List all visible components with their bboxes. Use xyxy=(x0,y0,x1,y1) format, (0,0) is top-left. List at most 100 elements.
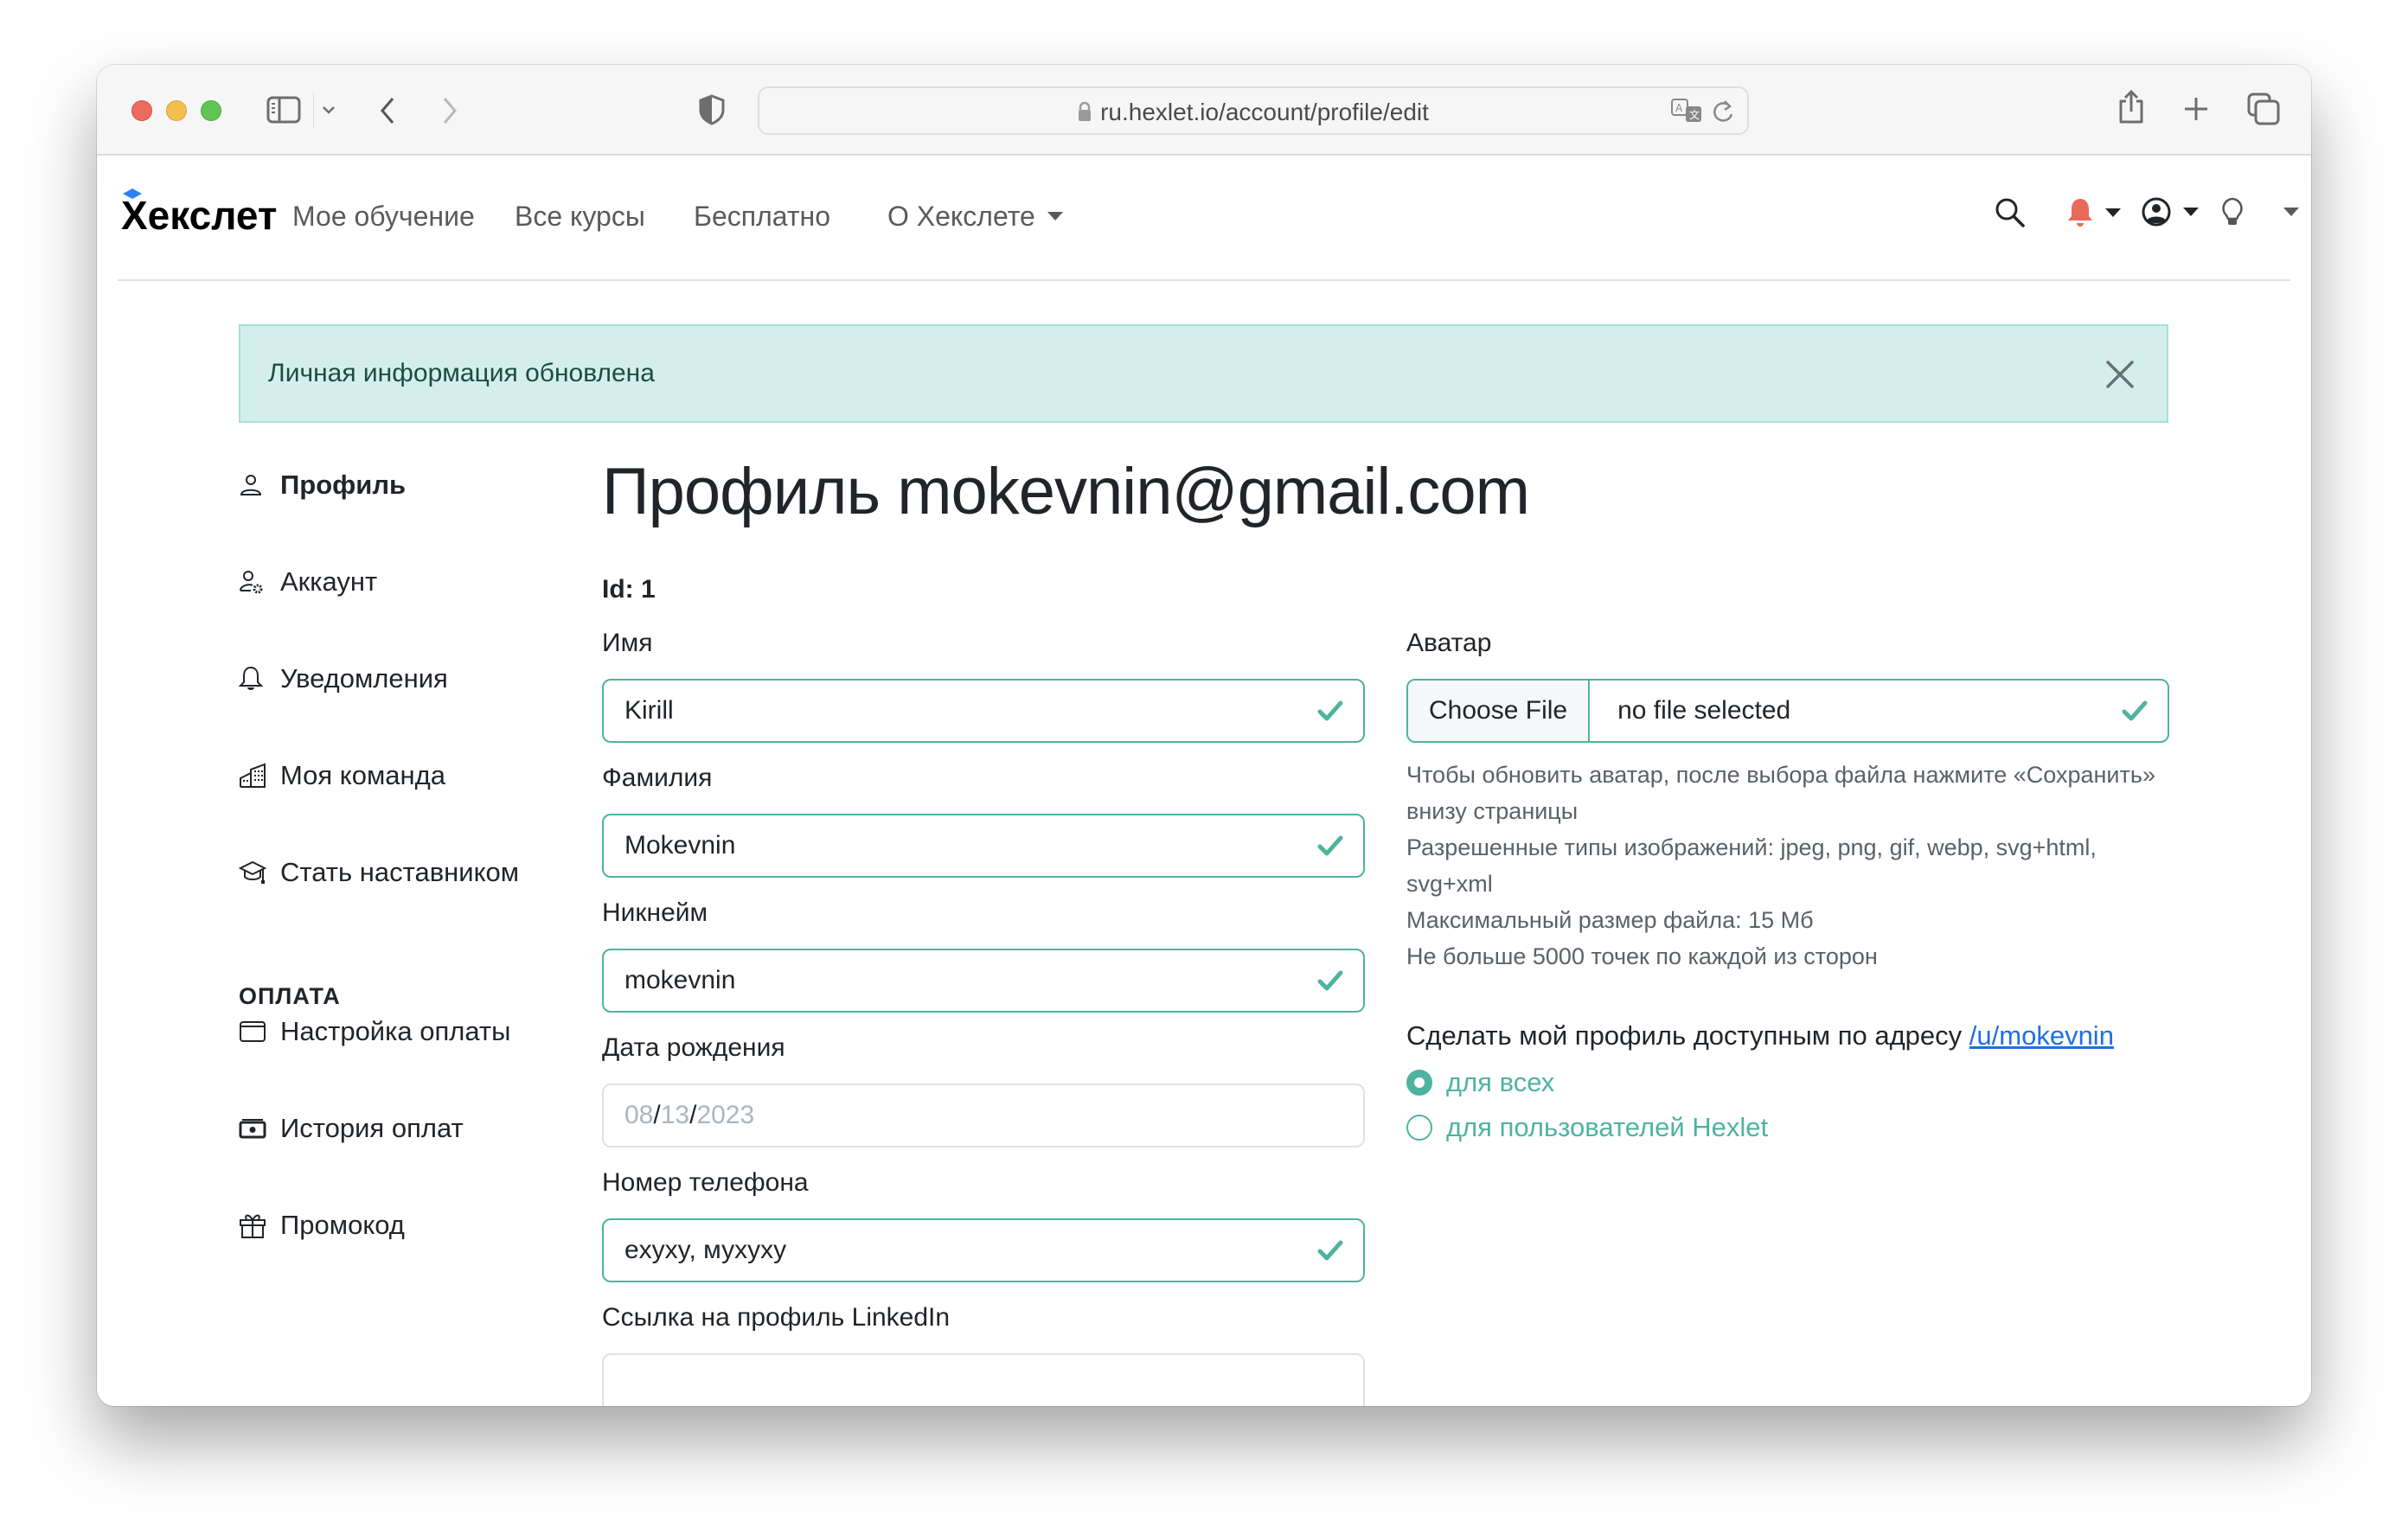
visibility-option-all[interactable]: для всех xyxy=(1406,1067,1554,1098)
lock-icon xyxy=(1078,100,1092,128)
choose-file-button[interactable]: Choose File xyxy=(1408,681,1591,741)
avatar-help: Чтобы обновить аватар, после выбора файл… xyxy=(1406,757,2185,975)
close-icon[interactable] xyxy=(2103,357,2137,392)
sidebar-item-payment-settings[interactable]: Настройка оплаты xyxy=(239,1016,510,1047)
close-window-button[interactable] xyxy=(131,100,152,121)
translate-icon[interactable]: A文 xyxy=(1671,99,1704,129)
last-name-label: Фамилия xyxy=(602,764,713,792)
birthdate-label: Дата рождения xyxy=(602,1033,785,1062)
phone-input[interactable]: exyxy, мухуху xyxy=(602,1218,1365,1282)
gift-icon xyxy=(239,1210,270,1241)
visibility-text: Сделать мой профиль доступным по адресу xyxy=(1406,1020,1963,1051)
alert-message: Личная информация обновлена xyxy=(268,359,655,387)
help-line: Разрешенные типы изображений: jpeg, png,… xyxy=(1406,834,2097,897)
address-bar[interactable]: ru.hexlet.io/account/profile/edit A文 xyxy=(758,86,1749,135)
theme-dropdown[interactable] xyxy=(2283,208,2299,216)
check-icon xyxy=(1317,835,1343,856)
radio-button-checked[interactable] xyxy=(1406,1070,1432,1096)
phone-value: exyxy, мухуху xyxy=(624,1236,787,1264)
avatar-file-input[interactable]: Choose File no file selected xyxy=(1406,679,2169,743)
nav-about[interactable]: О Хекслете xyxy=(887,201,1063,233)
check-icon xyxy=(1317,700,1343,721)
logo[interactable]: Хекслет xyxy=(121,192,277,239)
search-icon[interactable] xyxy=(1995,197,2026,228)
reload-icon[interactable] xyxy=(1713,99,1735,129)
person-gear-icon xyxy=(239,566,270,598)
bell-icon xyxy=(239,663,270,694)
last-name-value: Mokevnin xyxy=(624,831,736,860)
visibility-label: Сделать мой профиль доступным по адресу … xyxy=(1406,1020,2114,1051)
nav-about-label: О Хекслете xyxy=(887,201,1035,232)
nickname-value: mokevnin xyxy=(624,966,736,994)
check-icon xyxy=(1317,1240,1343,1261)
zoom-window-button[interactable] xyxy=(201,100,221,121)
sidebar-item-team[interactable]: Моя команда xyxy=(239,760,445,791)
card-icon xyxy=(239,1016,270,1047)
sidebar-item-notifications[interactable]: Уведомления xyxy=(239,663,448,694)
sidebar-item-label: Уведомления xyxy=(280,663,448,693)
last-name-input[interactable]: Mokevnin xyxy=(602,814,1365,878)
chevron-down-icon[interactable] xyxy=(322,105,336,115)
first-name-label: Имя xyxy=(602,629,653,657)
avatar-label: Аватар xyxy=(1406,629,1492,657)
browser-window: ru.hexlet.io/account/profile/edit A文 Хек… xyxy=(97,65,2311,1406)
sidebar-item-mentor[interactable]: Стать наставником xyxy=(239,857,519,888)
success-alert: Личная информация обновлена xyxy=(239,324,2168,423)
check-icon xyxy=(1317,970,1343,991)
sidebar-item-account[interactable]: Аккаунт xyxy=(239,566,377,598)
date-separator: / xyxy=(653,1101,661,1129)
radio-button[interactable] xyxy=(1406,1115,1432,1141)
file-name: no file selected xyxy=(1617,696,1791,725)
visibility-option-hexlet-users[interactable]: для пользователей Hexlet xyxy=(1406,1112,1768,1143)
cash-icon xyxy=(239,1113,270,1144)
first-name-input[interactable]: Kirill xyxy=(602,679,1365,743)
sidebar-item-payment-history[interactable]: История оплат xyxy=(239,1113,464,1144)
help-line: Чтобы обновить аватар, после выбора файл… xyxy=(1406,762,2155,824)
shield-icon[interactable] xyxy=(699,94,725,125)
nickname-input[interactable]: mokevnin xyxy=(602,949,1365,1013)
birthdate-day[interactable]: 13 xyxy=(661,1101,689,1129)
svg-text:A: A xyxy=(1675,102,1683,114)
payment-heading: ОПЛАТА xyxy=(239,983,341,1009)
lightbulb-icon[interactable] xyxy=(2221,197,2244,227)
help-line: Максимальный размер файла: 15 Мб xyxy=(1406,907,1814,933)
sidebar-item-promocode[interactable]: Промокод xyxy=(239,1210,405,1241)
nav-my-learning[interactable]: Мое обучение xyxy=(292,201,475,233)
birthdate-year[interactable]: 2023 xyxy=(696,1101,754,1129)
new-tab-icon[interactable] xyxy=(2183,96,2209,122)
linkedin-label: Ссылка на профиль LinkedIn xyxy=(602,1303,951,1332)
notifications-dropdown[interactable] xyxy=(2067,197,2121,228)
minimize-window-button[interactable] xyxy=(166,100,187,121)
nav-all-courses[interactable]: Все курсы xyxy=(515,201,645,233)
first-name-value: Kirill xyxy=(624,696,674,725)
sidebar-item-label: Моя команда xyxy=(280,760,445,790)
sidebar-toggle-icon[interactable] xyxy=(266,96,301,124)
back-icon[interactable] xyxy=(379,96,396,125)
birthdate-month[interactable]: 08 xyxy=(624,1101,653,1129)
sidebar-item-profile[interactable]: Профиль xyxy=(239,470,406,501)
help-line: Не больше 5000 точек по каждой из сторон xyxy=(1406,943,1878,969)
radio-label: для пользователей Hexlet xyxy=(1446,1112,1769,1142)
check-icon xyxy=(2122,700,2148,721)
linkedin-input[interactable] xyxy=(602,1353,1365,1406)
sidebar-item-label: Стать наставником xyxy=(280,857,520,887)
mortarboard-icon xyxy=(239,857,270,888)
public-profile-link[interactable]: /u/mokevnin xyxy=(1969,1020,2114,1051)
birthdate-input[interactable]: 08/13/2023 xyxy=(602,1083,1365,1147)
share-icon[interactable] xyxy=(2117,89,2145,125)
tabs-overview-icon[interactable] xyxy=(2247,93,2280,125)
caret-down-icon xyxy=(2105,208,2121,217)
sidebar-item-label: Аккаунт xyxy=(280,566,378,597)
url-text: ru.hexlet.io/account/profile/edit xyxy=(1100,99,1429,125)
sidebar-item-label: Настройка оплаты xyxy=(280,1016,511,1046)
sidebar-item-label: Промокод xyxy=(280,1210,405,1240)
sidebar-item-label: Профиль xyxy=(280,470,407,500)
nav-free[interactable]: Бесплатно xyxy=(694,201,830,233)
phone-label: Номер телефона xyxy=(602,1168,809,1197)
caret-down-icon xyxy=(1047,212,1063,221)
user-menu-dropdown[interactable] xyxy=(2142,197,2199,227)
user-id: Id: 1 xyxy=(602,575,656,604)
bell-icon xyxy=(2068,199,2092,227)
forward-icon[interactable] xyxy=(441,96,458,125)
site-header: Хекслет Мое обучение Все курсы Бесплатно… xyxy=(118,156,2299,281)
